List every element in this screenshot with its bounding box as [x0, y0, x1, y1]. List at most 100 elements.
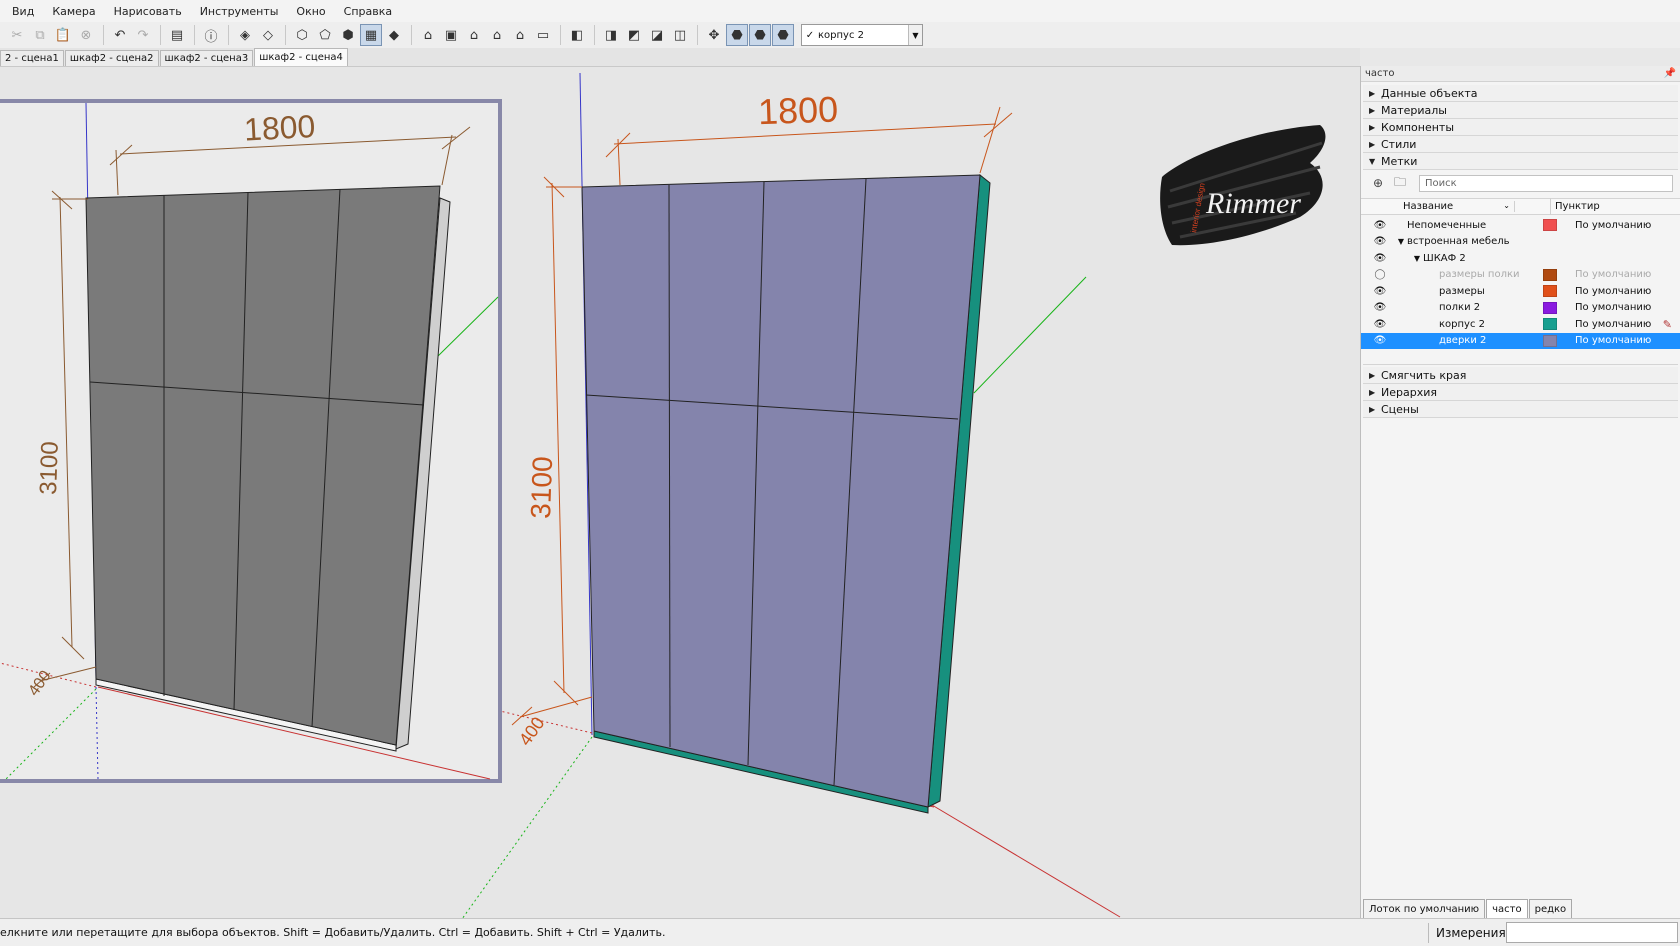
model-viewport[interactable]: 1800 3100 400 1800 3100 400 Rimmer inter…	[0, 66, 1360, 918]
undo-icon[interactable]: ↶	[109, 24, 131, 46]
tags-list-end	[1363, 349, 1678, 365]
tag-dash-value[interactable]: По умолчанию	[1575, 220, 1651, 231]
tags-column-name[interactable]: Название ⌄	[1403, 201, 1515, 212]
copy-icon[interactable]: ⧉	[29, 24, 51, 46]
menu-item[interactable]: Справка	[342, 3, 394, 20]
hide-similar-icon[interactable]: ⬣	[749, 24, 771, 46]
measurements-input[interactable]	[1506, 922, 1678, 943]
left-dim-width-label: 1800	[243, 108, 316, 148]
tag-row[interactable]: 👁 полки 2 По умолчанию	[1361, 300, 1680, 317]
components-icon[interactable]: ◧	[566, 24, 588, 46]
iso-view-icon[interactable]: ⌂	[417, 24, 439, 46]
main-toolbar: ✂ ⧉ 📋 ⊗ ↶ ↷ ▤ ⓘ ◈ ◇ ⬡ ⬠ ⬢ ▦ ◆ ⌂ ▣ ⌂ ⌂ ⌂ ▭ ◧ ◨ ◩ ◪ ◫ ✥ ⬣ ⬣ ⬣ ✓ корпус 2 ▼	[0, 22, 1680, 48]
add-tag-folder-icon[interactable]: 🗀	[1391, 175, 1409, 191]
tag-dash-value[interactable]: По умолчанию	[1575, 319, 1651, 330]
eye-icon[interactable]: 👁	[1371, 319, 1389, 330]
tray-tab[interactable]: Лоток по умолчанию	[1363, 899, 1486, 918]
fog-icon[interactable]: ⬣	[772, 24, 794, 46]
scene-tab[interactable]: 2 - сцена1	[0, 50, 64, 66]
eye-closed-icon[interactable]: ◯	[1371, 269, 1389, 280]
wireframe-icon[interactable]: ⬡	[291, 24, 313, 46]
eye-icon[interactable]: 👁	[1371, 236, 1389, 247]
model-info-icon[interactable]: ⓘ	[200, 24, 222, 46]
tray-header[interactable]: ▶ Данные объекта	[1363, 85, 1678, 102]
tag-search-input[interactable]: Поиск	[1419, 174, 1673, 192]
tags-column-dash[interactable]: Пунктир	[1551, 201, 1600, 212]
tray-tab[interactable]: часто	[1486, 899, 1528, 918]
section-cut-icon[interactable]: ◩	[623, 24, 645, 46]
menu-item[interactable]: Нарисовать	[112, 3, 184, 20]
front-view-icon[interactable]: ⌂	[463, 24, 485, 46]
tray-tab[interactable]: редко	[1528, 899, 1573, 918]
erase-icon[interactable]: ⊗	[75, 24, 97, 46]
menu-item[interactable]: Окно	[294, 3, 327, 20]
scene-tab[interactable]: шкаф2 - сцена4	[254, 48, 348, 66]
tray-header[interactable]: ▼ Метки	[1363, 153, 1678, 170]
tag-name: размеры полки	[1439, 269, 1520, 281]
triangle-down-icon[interactable]: ▼	[1411, 254, 1423, 263]
tag-dash-value[interactable]: По умолчанию	[1575, 335, 1651, 346]
tray-header[interactable]: ▶ Иерархия	[1363, 384, 1678, 401]
left-view-icon[interactable]: ▭	[532, 24, 554, 46]
tag-name: дверки 2	[1439, 335, 1487, 347]
tag-dash-value[interactable]: По умолчанию	[1575, 286, 1651, 297]
tag-row[interactable]: 👁 дверки 2 По умолчанию	[1361, 332, 1680, 349]
eye-icon[interactable]: 👁	[1371, 220, 1389, 231]
tag-color-swatch[interactable]	[1543, 219, 1557, 232]
menu-item[interactable]: Камера	[50, 3, 97, 20]
tag-color-swatch[interactable]	[1543, 285, 1557, 298]
back-view-icon[interactable]: ⌂	[509, 24, 531, 46]
menu-item[interactable]: Инструменты	[198, 3, 281, 20]
tag-dash-value[interactable]: По умолчанию	[1575, 302, 1651, 313]
scene-tab[interactable]: шкаф2 - сцена3	[159, 50, 254, 66]
chevron-down-icon[interactable]: ▼	[908, 25, 922, 45]
triangle-down-icon[interactable]: ▼	[1395, 237, 1407, 246]
eye-icon[interactable]: 👁	[1371, 286, 1389, 297]
hide-rest-icon[interactable]: ⬣	[726, 24, 748, 46]
tag-row[interactable]: 👁 ▼ ШКАФ 2	[1361, 250, 1680, 267]
tray-header[interactable]: ▶ Сцены	[1363, 401, 1678, 418]
tag-color-swatch[interactable]	[1543, 334, 1557, 347]
hidden-line-icon[interactable]: ⬠	[314, 24, 336, 46]
status-bar: елкните или перетащите для выбора объект…	[0, 918, 1680, 946]
tag-dash-value[interactable]: По умолчанию	[1575, 269, 1651, 280]
scene-tab[interactable]: шкаф2 - сцена2	[64, 50, 159, 66]
tags-toolbar: ⊕ 🗀 Поиск	[1361, 172, 1680, 194]
shaded-icon[interactable]: ⬢	[337, 24, 359, 46]
section-display-icon[interactable]: ◫	[669, 24, 691, 46]
tag-row[interactable]: ◯ размеры полки По умолчанию	[1361, 267, 1680, 284]
monochrome-icon[interactable]: ◆	[383, 24, 405, 46]
shaded-textures-icon[interactable]: ▦	[360, 24, 382, 46]
menu-item[interactable]: Вид	[10, 3, 36, 20]
tray-header[interactable]: ▶ Компоненты	[1363, 119, 1678, 136]
section-plane-icon[interactable]: ◨	[600, 24, 622, 46]
tray-header[interactable]: ▶ Смягчить края	[1363, 367, 1678, 384]
tag-color-swatch[interactable]	[1543, 318, 1557, 331]
tag-row[interactable]: 👁 размеры По умолчанию	[1361, 283, 1680, 300]
eye-icon[interactable]: 👁	[1371, 335, 1389, 346]
active-tag-select[interactable]: ✓ корпус 2 ▼	[801, 24, 923, 46]
pin-icon[interactable]: 📌	[1664, 68, 1676, 79]
axes-icon[interactable]: ✥	[703, 24, 725, 46]
tag-color-swatch[interactable]	[1543, 268, 1557, 281]
tag-row[interactable]: 👁 корпус 2 По умолчанию ✎	[1361, 316, 1680, 333]
top-view-icon[interactable]: ▣	[440, 24, 462, 46]
paste-icon[interactable]: 📋	[52, 24, 74, 46]
tray-header[interactable]: ▶ Материалы	[1363, 102, 1678, 119]
add-tag-icon[interactable]: ⊕	[1369, 175, 1387, 191]
scene-tabs: 2 - сцена1 шкаф2 - сцена2 шкаф2 - сцена3 шк…	[0, 48, 1360, 66]
section-fill-icon[interactable]: ◪	[646, 24, 668, 46]
tray-header[interactable]: ▶ Стили	[1363, 136, 1678, 153]
tag-row[interactable]: 👁 Непомеченные По умолчанию	[1361, 217, 1680, 234]
eye-icon[interactable]: 👁	[1371, 302, 1389, 313]
back-edges-icon[interactable]: ◇	[257, 24, 279, 46]
tag-color-swatch[interactable]	[1543, 301, 1557, 314]
redo-icon[interactable]: ↷	[132, 24, 154, 46]
xray-icon[interactable]: ◈	[234, 24, 256, 46]
eye-icon[interactable]: 👁	[1371, 253, 1389, 264]
tag-row[interactable]: 👁 ▼ встроенная мебель	[1361, 234, 1680, 251]
cut-icon[interactable]: ✂	[6, 24, 28, 46]
right-view-icon[interactable]: ⌂	[486, 24, 508, 46]
print-icon[interactable]: ▤	[166, 24, 188, 46]
scene-drawing[interactable]: 1800 3100 400 1800 3100 400 Rimmer inter…	[0, 67, 1360, 918]
